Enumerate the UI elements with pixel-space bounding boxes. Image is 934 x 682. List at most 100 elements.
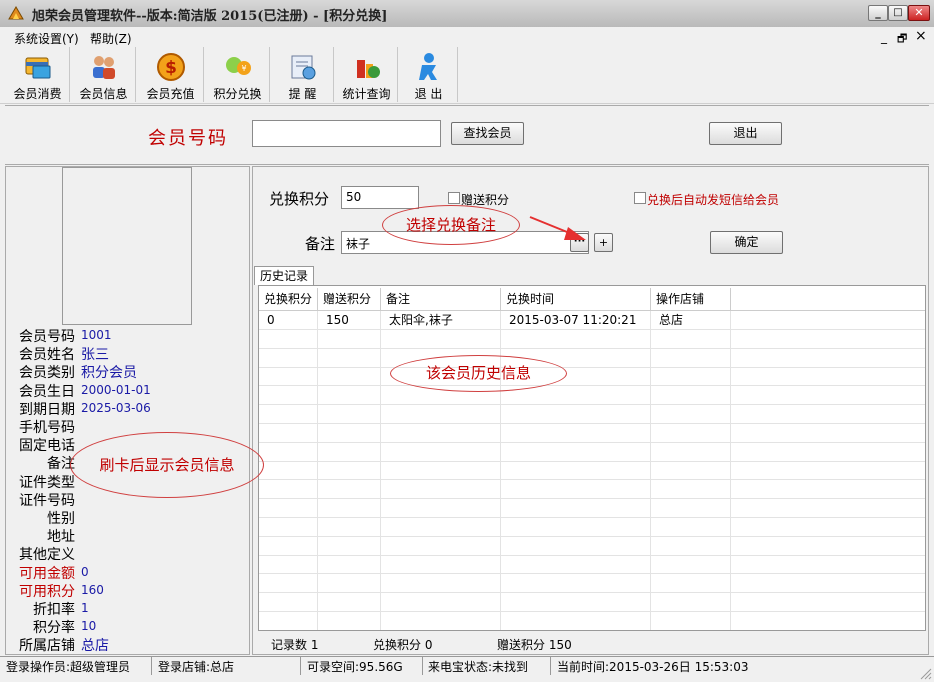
table-cell [259, 329, 318, 348]
table-cell: 150 [318, 311, 381, 329]
member-field-label: 固定电话 [19, 438, 75, 454]
table-cell [259, 367, 318, 386]
find-member-button[interactable]: 查找会员 [451, 122, 524, 145]
column-header-points[interactable]: 兑换积分 [259, 288, 318, 310]
table-cell [381, 593, 501, 611]
member-field-value: 1 [81, 601, 89, 615]
app-logo-icon [8, 6, 24, 20]
status-time: 当前时间:2015-03-26日 15:53:03 [557, 660, 749, 674]
confirm-button[interactable]: 确定 [710, 231, 783, 254]
exit-button[interactable]: 退出 [709, 122, 782, 145]
maximize-button[interactable]: □ [888, 5, 908, 21]
annotation-arrow-icon [529, 216, 586, 240]
close-button[interactable]: ✕ [908, 5, 930, 21]
table-row[interactable] [259, 405, 925, 424]
recharge-button[interactable]: $ 会员充值 [138, 47, 204, 102]
table-cell [259, 348, 318, 367]
consume-button[interactable]: 会员消费 [6, 47, 70, 102]
table-cell [501, 574, 651, 593]
table-row[interactable] [259, 329, 925, 349]
table-row[interactable] [259, 536, 925, 556]
table-cell [651, 329, 731, 348]
table-row[interactable] [259, 555, 925, 575]
member-info-button[interactable]: 会员信息 [72, 47, 136, 102]
member-field-label: 折扣率 [33, 602, 75, 618]
member-field-label: 证件号码 [19, 493, 75, 509]
member-field-label: 地址 [47, 529, 75, 545]
remark-label: 备注 [305, 235, 336, 253]
minimize-button[interactable]: _ [868, 5, 888, 21]
table-cell [259, 423, 318, 442]
column-header-remark[interactable]: 备注 [381, 288, 501, 310]
title-bar[interactable]: 旭荣会员管理软件--版本:简洁版 2015(已注册) - [积分兑换] _ □ … [0, 0, 934, 28]
table-cell [318, 517, 381, 536]
table-cell [501, 611, 651, 630]
member-field-label: 会员生日 [19, 384, 75, 400]
table-row[interactable] [259, 442, 925, 462]
table-cell [501, 536, 651, 555]
summary-gift: 赠送积分 150 [497, 638, 572, 652]
table-cell [318, 442, 381, 461]
reminder-button[interactable]: 提 醒 [272, 47, 334, 102]
table-row[interactable] [259, 574, 925, 594]
table-cell [259, 499, 318, 517]
member-field-label: 到期日期 [19, 402, 75, 418]
table-cell [501, 442, 651, 461]
remark-add-button[interactable]: + [594, 233, 613, 252]
member-field-value: 2025-03-06 [81, 401, 151, 415]
column-header-store[interactable]: 操作店铺 [651, 288, 731, 310]
member-field-label: 证件类型 [19, 475, 75, 491]
recharge-label: 会员充值 [146, 87, 195, 101]
table-cell [259, 611, 318, 630]
statistics-button[interactable]: 统计查询 [336, 47, 398, 102]
member-info-label: 会员信息 [79, 87, 128, 101]
table-cell [501, 593, 651, 611]
table-cell [259, 593, 318, 611]
member-field-label: 可用积分 [19, 584, 75, 600]
table-row[interactable] [259, 423, 925, 443]
table-cell [259, 536, 318, 555]
table-row[interactable] [259, 480, 925, 500]
menu-system-settings[interactable]: 系统设置(Y) [14, 30, 79, 47]
table-row[interactable] [259, 348, 925, 368]
table-cell: 2015-03-07 11:20:21 [501, 311, 651, 329]
history-grid-header: 兑换积分 赠送积分 备注 兑换时间 操作店铺 [259, 288, 925, 311]
points-exchange-button[interactable]: ¥ 积分兑换 [206, 47, 270, 102]
table-cell [318, 593, 381, 611]
status-divider [300, 657, 301, 675]
table-row[interactable] [259, 517, 925, 537]
table-cell [259, 574, 318, 593]
table-cell [651, 405, 731, 423]
table-cell [501, 499, 651, 517]
history-grid[interactable]: 兑换积分 赠送积分 备注 兑换时间 操作店铺 0 150 太阳伞,袜子 2015-03… [258, 285, 926, 631]
table-row[interactable]: 0 150 太阳伞,袜子 2015-03-07 11:20:21 总店 [259, 311, 925, 330]
tab-history[interactable]: 历史记录 [254, 266, 314, 285]
column-header-time[interactable]: 兑换时间 [501, 288, 651, 310]
member-field-label: 会员号码 [19, 329, 75, 345]
column-header-gift[interactable]: 赠送积分 [318, 288, 381, 310]
sms-checkbox[interactable] [634, 192, 646, 204]
menu-help[interactable]: 帮助(Z) [90, 30, 132, 47]
table-row[interactable] [259, 386, 925, 406]
member-field-value: 0 [81, 565, 89, 579]
table-row[interactable] [259, 593, 925, 612]
table-cell [651, 367, 731, 386]
mdi-minimize-button[interactable]: _ [881, 30, 887, 44]
table-row[interactable] [259, 461, 925, 481]
exit-toolbar-button[interactable]: 退 出 [400, 47, 458, 102]
member-photo [62, 167, 192, 325]
member-field-label: 会员类别 [19, 365, 75, 381]
annotation-history-info: 该会员历史信息 [390, 355, 567, 392]
gift-points-checkbox[interactable] [448, 192, 460, 204]
mdi-close-button[interactable]: × [915, 28, 927, 44]
status-space: 可录空间:95.56G [307, 660, 403, 674]
table-row[interactable] [259, 367, 925, 387]
member-field-value: 160 [81, 583, 104, 597]
exchange-points-input[interactable]: 50 [341, 186, 419, 209]
table-row[interactable] [259, 499, 925, 518]
table-row[interactable] [259, 611, 925, 630]
table-cell [651, 461, 731, 480]
table-cell [381, 536, 501, 555]
member-number-input[interactable] [252, 120, 441, 147]
resize-grip-icon[interactable] [918, 666, 932, 680]
